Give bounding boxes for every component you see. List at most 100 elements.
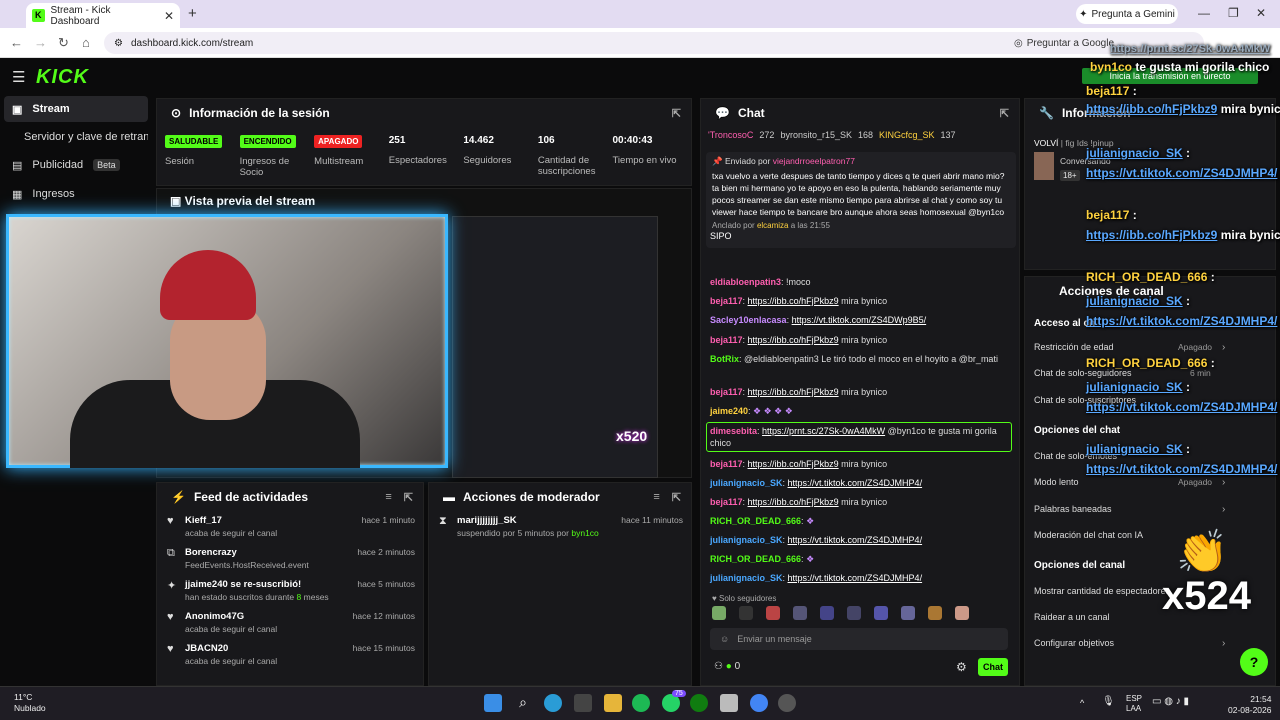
mic-icon[interactable]: 🎙 <box>1102 696 1115 707</box>
send-chat-button[interactable]: Chat <box>978 658 1008 676</box>
popout-icon[interactable]: ⇱ <box>404 491 413 504</box>
close-window-icon[interactable]: ✕ <box>1256 6 1266 20</box>
emote[interactable] <box>928 606 942 620</box>
new-tab-icon[interactable]: + <box>188 5 197 22</box>
filter-icon[interactable]: ≡ <box>385 491 391 504</box>
clock[interactable]: 21:54 02-08-2026 <box>1228 694 1271 716</box>
site-info-icon[interactable]: ⚙ <box>114 38 123 49</box>
top-chatters: 'TroncosoC 272 byronsito_r15_SK 168 KINGcf… <box>708 130 956 140</box>
popout-icon[interactable]: ⇱ <box>1000 107 1009 120</box>
emote[interactable] <box>820 606 834 620</box>
filter-icon[interactable]: ≡ <box>653 491 659 504</box>
chat-message: beja117: https://ibb.co/hFjPkbz9 mira by… <box>710 387 888 397</box>
xbox-icon[interactable] <box>690 694 708 712</box>
smile-icon: ☺ <box>720 634 730 644</box>
url-field[interactable]: ⚙ dashboard.kick.com/stream ◎ Preguntar a… <box>104 32 1204 54</box>
activity-feed-panel: ⚡ Feed de actividades ≡ ⇱ ♥ Kieff_17 acaba de… <box>156 482 424 686</box>
maximize-icon[interactable]: ❐ <box>1228 6 1239 20</box>
sidebar-item-stream[interactable]: ▣ Stream <box>4 96 148 122</box>
settings-icon[interactable]: ⚙ <box>956 660 967 674</box>
stat-session: SALUDABLE Sesión <box>163 135 238 178</box>
section-channel-options: Opciones del canal <box>1034 560 1126 571</box>
overlay-chat-line: beja117 : <box>1086 84 1137 98</box>
folder-icon[interactable] <box>604 694 622 712</box>
gemini-icon: ✦ <box>1079 8 1088 20</box>
weather-widget[interactable]: 11°C Nublado <box>14 692 46 714</box>
overlay-chat-line: julianignacio_SK : <box>1086 146 1191 160</box>
search-icon[interactable]: ⌕ <box>514 694 532 712</box>
edge-icon[interactable] <box>544 694 562 712</box>
chat-message: beja117: https://ibb.co/hFjPkbz9 mira by… <box>710 296 888 306</box>
kick-favicon-icon: K <box>32 9 45 22</box>
ask-google-button[interactable]: ◎ Preguntar a Google <box>1014 38 1114 49</box>
preview-overlay-count: x520 <box>616 428 648 444</box>
pin-icon: 📌 <box>712 156 725 166</box>
age-badge: 18+ <box>1060 170 1080 181</box>
income-icon: ▦ <box>12 188 23 201</box>
stat-live-time: 00:40:43 Tiempo en vivo <box>612 135 677 166</box>
browser-tab[interactable]: K Stream - Kick Dashboard ✕ <box>26 3 180 28</box>
forward-icon[interactable]: → <box>34 35 47 50</box>
close-tab-icon[interactable]: ✕ <box>164 9 174 23</box>
row-show-viewers[interactable]: Mostrar cantidad de espectadores <box>1034 586 1170 596</box>
gemini-button[interactable]: ✦ Pregunta a Gemini <box>1076 4 1178 24</box>
start-icon[interactable] <box>484 694 502 712</box>
emote[interactable] <box>766 606 780 620</box>
chat-placeholder: Enviar un mensaje <box>737 634 812 644</box>
overlay-chat-line: https://vt.tiktok.com/ZS4DJMHP4/ <box>1086 166 1278 180</box>
sidebar-item-publicidad[interactable]: ▤ Publicidad Beta <box>4 152 148 178</box>
hourglass-icon: ⧗ <box>439 515 447 527</box>
menu-icon[interactable]: ☰ <box>12 68 25 86</box>
row-goals[interactable]: Configurar objetivos <box>1034 638 1114 648</box>
emote[interactable] <box>874 606 888 620</box>
stat-partner-income: ENCENDIDO Ingresos de Socio <box>238 135 313 178</box>
row-banned-words[interactable]: Palabras baneadas <box>1034 504 1112 514</box>
overlay-chat-line: RICH_OR_DEAD_666 : <box>1086 270 1215 284</box>
app-icon[interactable] <box>720 694 738 712</box>
popout-icon[interactable]: ⇱ <box>672 107 681 120</box>
chat-input[interactable]: ☺ Enviar un mensaje <box>710 628 1008 650</box>
followers-only-label: ♥ Solo seguidores <box>712 594 777 603</box>
sidebar-item-server-key[interactable]: Servidor y clave de retransm <box>4 124 148 150</box>
emote[interactable] <box>847 606 861 620</box>
row-ai-moderation[interactable]: Moderación del chat con IA <box>1034 530 1143 540</box>
emote[interactable] <box>955 606 969 620</box>
overlay-chat-line: https://vt.tiktok.com/ZS4DJMHP4/ <box>1086 400 1278 414</box>
feed-item: ✦ jjaime240 se re-suscribió! han estado su… <box>157 575 423 607</box>
emote[interactable] <box>739 606 753 620</box>
sidebar-item-ingresos[interactable]: ▦ Ingresos <box>4 181 148 207</box>
minimize-icon[interactable]: — <box>1198 6 1210 20</box>
age-restriction-value: Apagado <box>1178 342 1213 352</box>
emote[interactable] <box>901 606 915 620</box>
row-raid[interactable]: Raidear a un canal <box>1034 612 1110 622</box>
mod-item: ⧗ marijjjjjjjj_SK suspendido por 5 minutos… <box>429 511 691 543</box>
popout-icon[interactable]: ⇱ <box>672 491 681 504</box>
tray-icons[interactable]: ▭ ◍ ♪ ▮ <box>1152 696 1189 707</box>
chat-message: beja117: https://ibb.co/hFjPkbz9 mira by… <box>710 459 888 469</box>
store-icon[interactable] <box>574 694 592 712</box>
reload-icon[interactable]: ↻ <box>58 35 69 51</box>
feed-item: ♥ JBACN20 acaba de seguir el canal hace 15 … <box>157 639 423 671</box>
row-slow-mode[interactable]: Modo lento <box>1034 477 1079 487</box>
shield-icon: ▬ <box>443 490 455 504</box>
stat-multistream: APAGADO Multistream <box>314 135 364 167</box>
emote[interactable] <box>793 606 807 620</box>
chat-message: Sacley10enlacasa: https://vt.tiktok.com/… <box>710 315 927 325</box>
spotify-icon[interactable] <box>632 694 650 712</box>
help-chat-icon[interactable]: ? <box>1240 648 1268 676</box>
overlay-chat-line: julianignacio_SK : <box>1086 294 1191 308</box>
overlay-combo-count: x524 <box>1162 574 1251 618</box>
home-icon[interactable]: ⌂ <box>82 35 90 50</box>
overlay-chat-line: https://ibb.co/hFjPkbz9 mira bynico <box>1086 102 1280 116</box>
back-icon[interactable]: ← <box>10 35 23 50</box>
row-age-restriction[interactable]: Restricción de edad <box>1034 342 1114 352</box>
obs-icon[interactable] <box>778 694 796 712</box>
emote[interactable] <box>712 606 726 620</box>
session-info-panel: ⊙ Información de la sesión ⇱ SALUDABLE Sesi… <box>156 98 692 186</box>
chrome-icon[interactable] <box>750 694 768 712</box>
tray-chevron-icon[interactable]: ^ <box>1080 698 1084 708</box>
feed-item: ♥ Anonimo47G acaba de seguir el canal hace … <box>157 607 423 639</box>
language-indicator[interactable]: ESP LAA <box>1126 694 1142 714</box>
beta-badge: Beta <box>93 159 120 171</box>
kick-logo[interactable]: KICK <box>36 66 89 89</box>
